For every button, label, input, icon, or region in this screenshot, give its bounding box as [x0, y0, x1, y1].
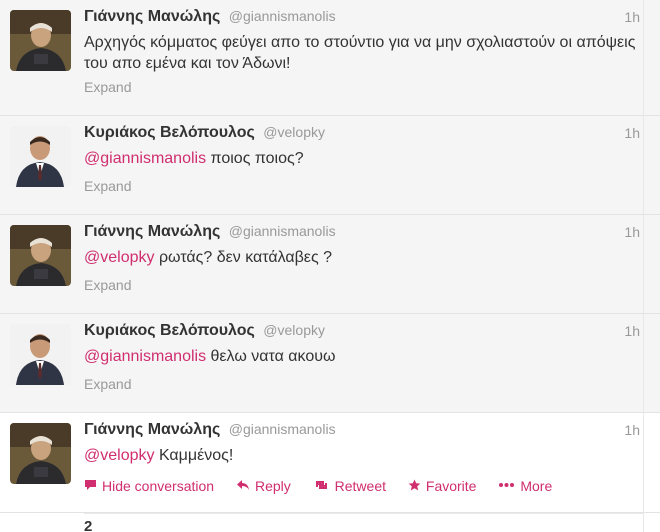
expand-link[interactable]: Expand — [84, 178, 131, 194]
tweet-time[interactable]: 1h — [624, 224, 640, 240]
tweet-text: @giannismanolis ποιος ποιος? — [84, 148, 644, 169]
mention-link[interactable]: @giannismanolis — [84, 150, 206, 167]
tweet-body: θελω νατα ακουω — [206, 348, 336, 365]
star-icon — [408, 479, 421, 491]
tweet-header: Κυριάκος Βελόπουλος @velopky — [84, 322, 325, 344]
expand-link[interactable]: Expand — [84, 376, 131, 392]
reply-arrow-icon — [236, 480, 249, 490]
column-edge — [643, 0, 644, 532]
more-button[interactable]: More — [498, 478, 552, 494]
author-name[interactable]: Γιάννης Μανώλης — [84, 223, 220, 240]
tweet-text: @velopky Καμμένος! — [84, 445, 644, 466]
more-label: More — [520, 478, 553, 494]
tweet-time[interactable]: 1h — [624, 125, 640, 141]
conversation-timeline: Γιάννης Μανώλης @giannismanolis 1h Αρχηγ… — [0, 0, 660, 532]
expand-link[interactable]: Expand — [84, 79, 131, 95]
hide-conversation-button[interactable]: Hide conversation — [84, 478, 214, 494]
author-name[interactable]: Γιάννης Μανώλης — [84, 8, 220, 25]
author-username[interactable]: @giannismanolis — [229, 8, 336, 24]
mention-link[interactable]: @velopky — [84, 249, 155, 266]
author-name[interactable]: Γιάννης Μανώλης — [84, 421, 220, 438]
avatar[interactable] — [10, 423, 71, 484]
tweet-time[interactable]: 1h — [624, 422, 640, 438]
tweet[interactable]: Γιάννης Μανώλης @giannismanolis 1h @velo… — [0, 215, 660, 314]
tweet-header: Γιάννης Μανώλης @giannismanolis — [84, 421, 336, 443]
stats-divider — [84, 513, 644, 514]
reply-button[interactable]: Reply — [236, 478, 291, 494]
tweet-time[interactable]: 1h — [624, 9, 640, 25]
author-name[interactable]: Κυριάκος Βελόπουλος — [84, 322, 255, 339]
tweet[interactable]: Γιάννης Μανώλης @giannismanolis 1h @velo… — [0, 413, 660, 513]
mention-link[interactable]: @giannismanolis — [84, 348, 206, 365]
author-name[interactable]: Κυριάκος Βελόπουλος — [84, 124, 255, 141]
hide-conversation-label: Hide conversation — [102, 478, 215, 494]
retweet-button[interactable]: Retweet — [313, 478, 386, 494]
avatar[interactable] — [10, 324, 71, 385]
tweet-stats: 2 — [0, 513, 660, 532]
tweet-actions: Hide conversation Reply Retweet Favorite… — [84, 478, 570, 494]
tweet-time[interactable]: 1h — [624, 323, 640, 339]
author-username[interactable]: @velopky — [263, 124, 325, 140]
stats-count[interactable]: 2 — [84, 518, 92, 532]
favorite-label: Favorite — [425, 478, 477, 494]
ellipsis-icon — [499, 483, 515, 487]
tweet-header: Κυριάκος Βελόπουλος @velopky — [84, 124, 325, 146]
expand-link[interactable]: Expand — [84, 277, 131, 293]
retweet-icon — [315, 481, 327, 489]
tweet[interactable]: Κυριάκος Βελόπουλος @velopky 1h @giannis… — [0, 314, 660, 413]
tweet[interactable]: Γιάννης Μανώλης @giannismanolis 1h Αρχηγ… — [0, 0, 660, 116]
tweet-body: ρωτάς? δεν κατάλαβες ? — [154, 249, 332, 266]
tweet[interactable]: Κυριάκος Βελόπουλος @velopky 1h @giannis… — [0, 116, 660, 215]
speech-bubble-icon — [85, 480, 96, 490]
tweet-body: Αρχηγός κόμματος φεύγει απο το στούντιο … — [84, 34, 636, 72]
tweet-header: Γιάννης Μανώλης @giannismanolis — [84, 8, 336, 30]
favorite-button[interactable]: Favorite — [408, 478, 477, 494]
author-username[interactable]: @velopky — [263, 322, 325, 338]
mention-link[interactable]: @velopky — [84, 447, 155, 464]
reply-label: Reply — [254, 478, 291, 494]
avatar[interactable] — [10, 225, 71, 286]
tweet-text: @velopky ρωτάς? δεν κατάλαβες ? — [84, 247, 644, 268]
tweet-body: Καμμένος! — [154, 447, 234, 464]
tweet-text: Αρχηγός κόμματος φεύγει απο το στούντιο … — [84, 32, 644, 74]
author-username[interactable]: @giannismanolis — [229, 421, 336, 437]
tweet-body: ποιος ποιος? — [206, 150, 304, 167]
author-username[interactable]: @giannismanolis — [229, 223, 336, 239]
avatar[interactable] — [10, 10, 71, 71]
avatar[interactable] — [10, 126, 71, 187]
tweet-header: Γιάννης Μανώλης @giannismanolis — [84, 223, 336, 245]
tweet-text: @giannismanolis θελω νατα ακουω — [84, 346, 644, 367]
retweet-label: Retweet — [334, 478, 386, 494]
